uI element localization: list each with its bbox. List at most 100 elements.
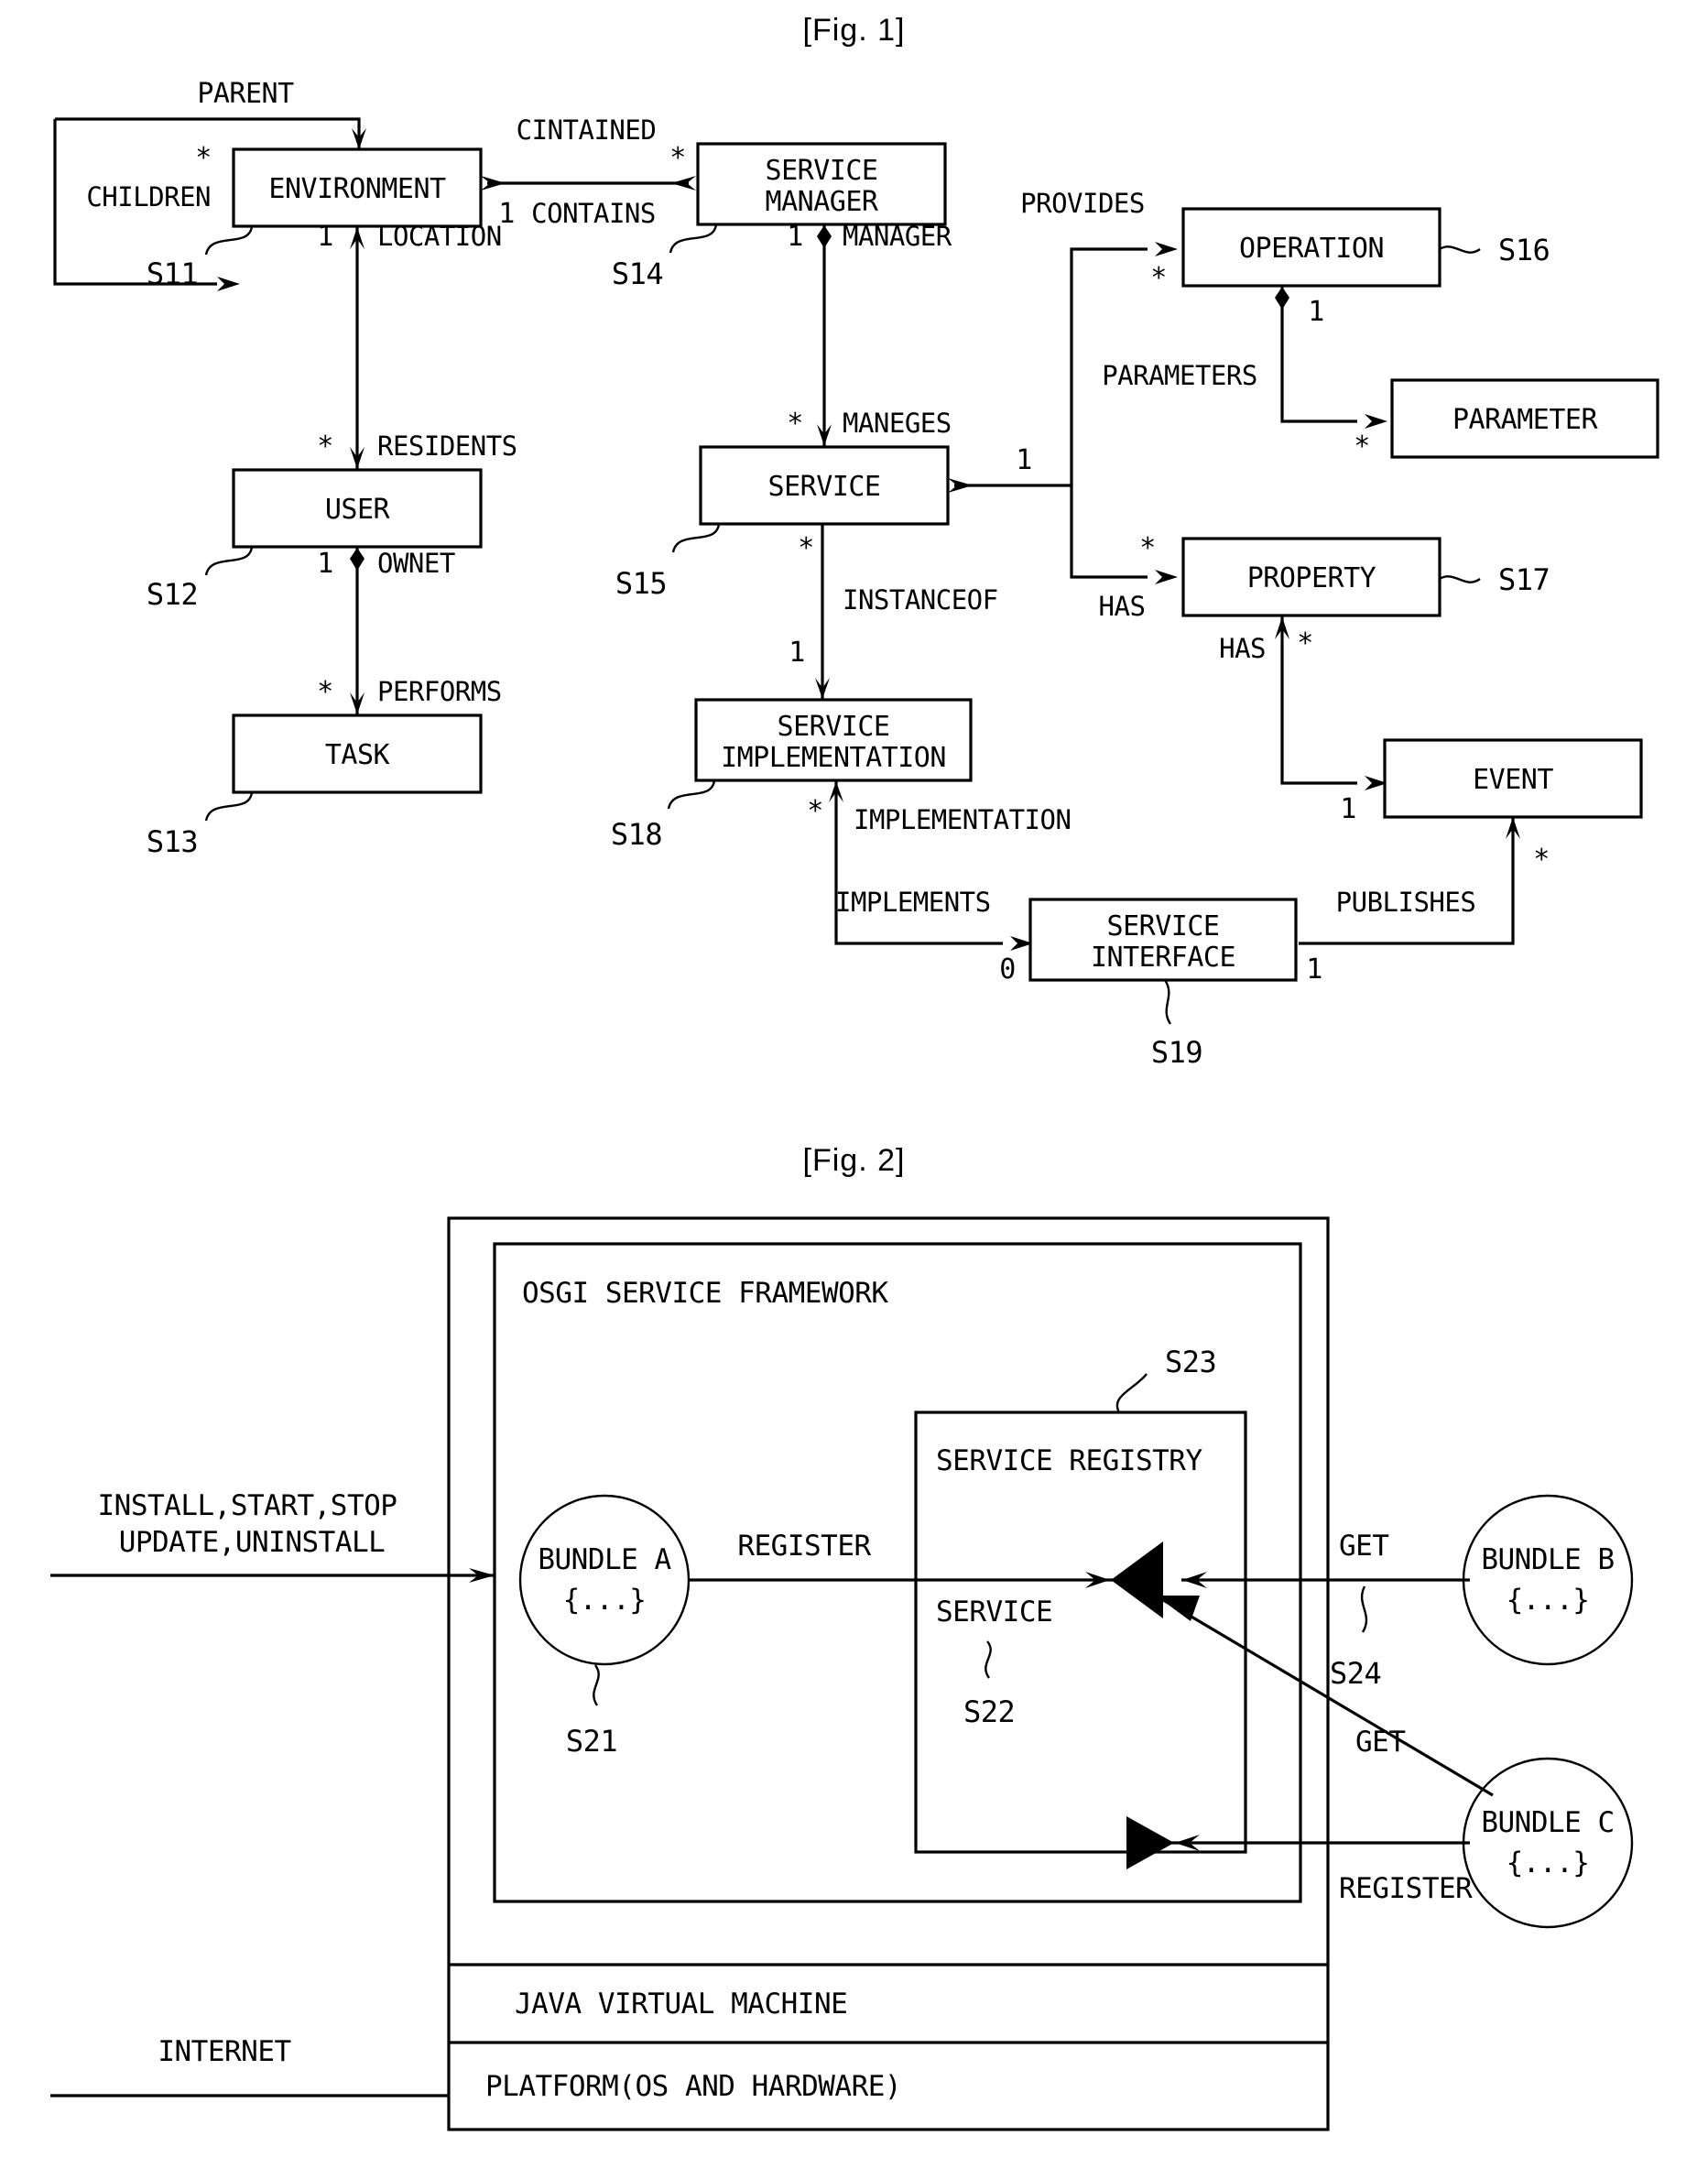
label-osgi-framework: OSGI SERVICE FRAMEWORK <box>522 1277 888 1310</box>
edge-has-event-property <box>1280 616 1357 785</box>
leader-s13 <box>204 791 254 822</box>
label-bundle-c-line1: BUNDLE C <box>1481 1806 1614 1839</box>
arrowhead-children <box>217 277 240 291</box>
box-service-manager-line1: SERVICE <box>766 155 878 187</box>
ref-s14: S14 <box>612 256 663 291</box>
ref-s17: S17 <box>1498 562 1550 597</box>
label-performs: PERFORMS <box>377 676 502 707</box>
label-bundle-b-line2: {...} <box>1507 1584 1590 1617</box>
label-jvm: JAVA VIRTUAL MACHINE <box>515 1988 847 2021</box>
edge-has-service-property <box>1070 485 1148 579</box>
mult-svc-instanceof-star: * <box>798 532 814 564</box>
ref-s12: S12 <box>147 577 198 612</box>
mult-sm-manager-one: 1 <box>787 221 803 253</box>
mult-prop-has-star: * <box>1139 532 1156 564</box>
label-register-c: REGISTER <box>1339 1872 1473 1905</box>
box-service-interface-line1: SERVICE <box>1107 910 1220 942</box>
label-bundle-a-line2: {...} <box>563 1584 647 1617</box>
label-get-c: GET <box>1355 1726 1406 1759</box>
label-instanceof: INSTANCEOF <box>843 584 998 616</box>
label-location: LOCATION <box>377 221 502 252</box>
leader-s15 <box>671 523 721 553</box>
edge-publishes <box>1299 818 1515 945</box>
leader-s17 <box>1439 575 1481 583</box>
box-event-label: EVENT <box>1473 764 1553 796</box>
mult-svc-maneges-star: * <box>787 408 803 440</box>
label-residents: RESIDENTS <box>377 430 517 462</box>
label-maneges: MANEGES <box>843 408 952 439</box>
ref-s11: S11 <box>147 256 198 291</box>
ref-s24: S24 <box>1330 1656 1381 1691</box>
ref-s19: S19 <box>1151 1035 1202 1070</box>
mult-impl-instanceof-one: 1 <box>789 637 805 669</box>
arrowhead-provides <box>1155 242 1178 256</box>
arrowhead-op-parameters <box>1275 287 1289 310</box>
label-install-line2: UPDATE,UNINSTALL <box>119 1526 386 1559</box>
label-bundle-a-line1: BUNDLE A <box>538 1543 671 1576</box>
label-provides: PROVIDES <box>1020 188 1145 219</box>
circle-bundle-c[interactable] <box>1462 1757 1634 1929</box>
leader-s16 <box>1439 245 1481 254</box>
leader-s12 <box>204 546 254 576</box>
label-registry-service: SERVICE <box>936 1596 1052 1629</box>
label-bundle-c-line2: {...} <box>1507 1847 1590 1879</box>
box-parameter-label: PARAMETER <box>1452 404 1598 436</box>
label-internet: INTERNET <box>158 2035 290 2068</box>
box-service-implementation-line2: IMPLEMENTATION <box>721 742 946 774</box>
fig1-canvas: PARENT CHILDREN * ENVIRONMENT S11 CINTAI… <box>53 78 1659 1070</box>
box-service-implementation-line1: SERVICE <box>778 711 890 743</box>
arrowhead-has-property <box>1155 570 1178 584</box>
mult-iface-implements-zero: 0 <box>999 953 1016 986</box>
arrowhead-ownet <box>350 548 364 571</box>
mult-parameter-star: * <box>1354 430 1370 463</box>
leader-s18 <box>667 779 716 810</box>
circle-bundle-b[interactable] <box>1462 1494 1634 1666</box>
mult-prop-event-star: * <box>1297 627 1313 659</box>
label-implements: IMPLEMENTS <box>835 887 991 918</box>
mult-user-ownet-one: 1 <box>317 548 333 580</box>
box-user-label: USER <box>325 494 391 526</box>
label-service-registry: SERVICE REGISTRY <box>936 1444 1202 1477</box>
mult-user-residents-star: * <box>317 430 333 463</box>
box-service-registry[interactable] <box>914 1411 1247 1854</box>
ref-s21: S21 <box>566 1724 617 1759</box>
label-ownet: OWNET <box>377 548 455 579</box>
box-task-label: TASK <box>325 739 390 771</box>
mult-event-one: 1 <box>1340 793 1356 825</box>
ref-s16: S16 <box>1498 233 1550 267</box>
label-parent: PARENT <box>197 78 294 110</box>
ref-s23: S23 <box>1165 1345 1216 1379</box>
mult-op-parameters-one: 1 <box>1308 296 1324 328</box>
label-contains: CONTAINS <box>531 198 656 229</box>
mult-event-publishes-star: * <box>1533 844 1550 876</box>
leader-s24 <box>1360 1585 1368 1633</box>
label-install-line1: INSTALL,START,STOP <box>98 1489 397 1522</box>
leader-s11 <box>204 225 254 256</box>
label-manager: MANAGER <box>843 221 952 252</box>
leader-s19 <box>1163 979 1172 1025</box>
mult-env-location-one: 1 <box>317 221 333 253</box>
box-operation-label: OPERATION <box>1239 233 1384 265</box>
label-get-b: GET <box>1339 1530 1389 1563</box>
mult-svc-branch-one: 1 <box>1016 444 1032 476</box>
arrowhead-parameter <box>1365 414 1387 429</box>
label-platform: PLATFORM(OS AND HARDWARE) <box>485 2070 901 2103</box>
label-has-svc-prop: HAS <box>1099 591 1146 622</box>
leader-s14 <box>669 223 718 254</box>
mult-iface-publishes-one: 1 <box>1306 953 1322 986</box>
label-cintained: CINTAINED <box>517 114 657 146</box>
mult-sm-cintained-star: * <box>669 142 686 174</box>
box-environment-label: ENVIRONMENT <box>268 173 446 205</box>
arrowhead-contains <box>671 176 696 191</box>
label-register-a: REGISTER <box>737 1530 871 1563</box>
arrowhead-manager <box>817 225 832 248</box>
label-publishes: PUBLISHES <box>1336 887 1476 918</box>
ref-s15: S15 <box>615 566 667 601</box>
mult-impl-implementation-star: * <box>807 795 823 827</box>
mult-task-performs-star: * <box>317 676 333 708</box>
arrowhead-cintained <box>481 176 506 191</box>
box-service-interface-line2: INTERFACE <box>1091 942 1235 974</box>
box-service-manager-line2: MANAGER <box>766 186 879 218</box>
label-implementation: IMPLEMENTATION <box>854 804 1071 835</box>
label-children: CHILDREN <box>86 181 211 212</box>
